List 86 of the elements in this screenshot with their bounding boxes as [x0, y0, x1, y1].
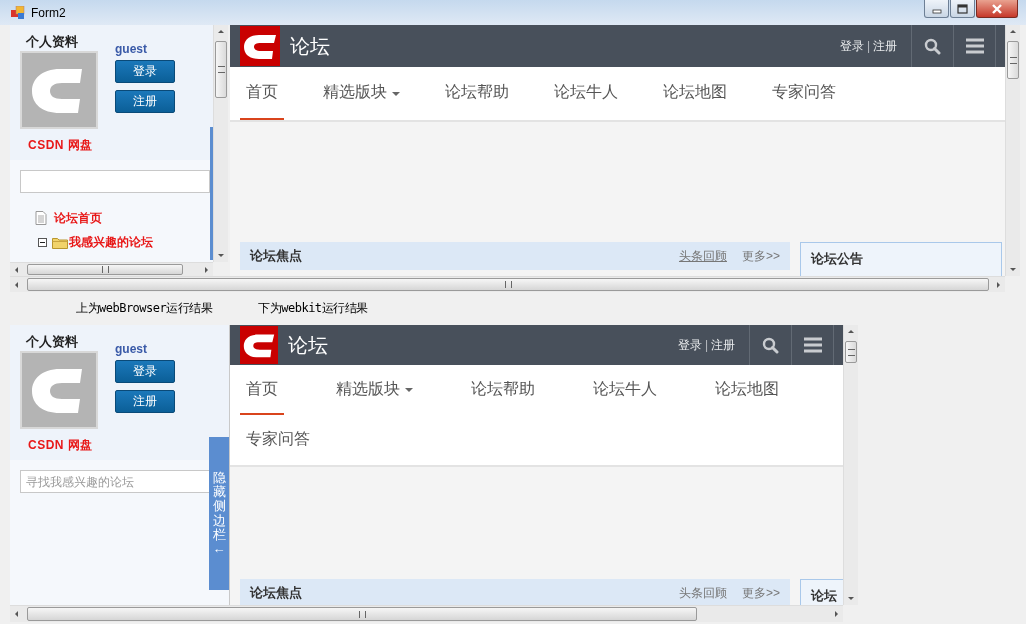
nav-tab[interactable]: 论坛地图 [657, 67, 733, 120]
collapse-icon[interactable] [38, 237, 47, 247]
logo-icon[interactable] [240, 326, 278, 364]
arrow-left-icon[interactable] [15, 611, 18, 617]
logo-icon[interactable] [240, 26, 280, 66]
horizontal-scrollbar[interactable] [10, 262, 213, 276]
arrow-right-icon[interactable] [835, 611, 838, 617]
arrow-up-icon[interactable] [848, 330, 854, 333]
page-icon [35, 211, 47, 225]
menu-icon [803, 337, 822, 353]
nav-tab[interactable]: 论坛牛人 [587, 365, 663, 415]
caption: 上为webBrowser运行结果 [76, 300, 213, 317]
search-icon [924, 37, 941, 55]
site-title: 论坛 [288, 332, 328, 358]
vertical-scrollbar[interactable] [843, 325, 858, 605]
register-button[interactable]: 注册 [115, 90, 175, 113]
site-title: 论坛 [290, 33, 330, 59]
tree-item[interactable]: 论坛首页 [54, 209, 102, 227]
nav-tab[interactable]: 论坛地图 [709, 365, 785, 415]
close-button[interactable] [976, 0, 1018, 18]
section-title: 论坛焦点 [250, 247, 302, 265]
caption: 下为webkit运行结果 [258, 300, 368, 317]
section-link[interactable]: 更多>> [742, 247, 780, 265]
folder-icon [52, 235, 68, 249]
notice-title: 论坛公告 [811, 251, 863, 266]
scrollbar-thumb[interactable] [845, 341, 857, 363]
login-link[interactable]: 登录 [677, 336, 702, 354]
username: guest [115, 41, 147, 57]
login-button[interactable]: 登录 [115, 360, 175, 383]
arrow-down-icon[interactable] [848, 597, 854, 600]
maximize-icon [957, 3, 968, 14]
tree-item[interactable]: 我感兴趣的论坛 [69, 233, 153, 251]
arrow-down-icon[interactable] [218, 254, 224, 257]
scrollbar-thumb[interactable] [215, 41, 227, 98]
menu-icon [965, 38, 984, 54]
section-link[interactable]: 头条回顾 [679, 584, 727, 602]
section-link[interactable]: 更多>> [742, 584, 780, 602]
nav-tab[interactable]: 精选版块 [330, 365, 419, 415]
register-button[interactable]: 注册 [115, 390, 175, 413]
minimize-button[interactable] [924, 0, 949, 18]
avatar-logo-icon [20, 51, 98, 129]
separator: | [866, 39, 870, 53]
nav-tab[interactable]: 精选版块 [317, 67, 406, 120]
arrow-left-icon[interactable] [15, 266, 18, 273]
separator: | [704, 338, 708, 352]
avatar-logo-icon [20, 351, 98, 429]
nav-tab[interactable]: 论坛帮助 [439, 67, 515, 120]
arrow-right-icon[interactable] [205, 266, 208, 273]
window-title: Form2 [31, 5, 66, 20]
section-link[interactable]: 头条回顾 [679, 247, 727, 265]
search-field[interactable] [20, 170, 210, 193]
nav-tab[interactable]: 首页 [240, 67, 284, 120]
username: guest [115, 341, 147, 357]
register-link[interactable]: 注册 [873, 37, 897, 55]
scrollbar-thumb[interactable] [27, 264, 183, 275]
nav-tab[interactable]: 专家问答 [766, 67, 842, 120]
register-link[interactable]: 注册 [711, 336, 735, 354]
horizontal-scrollbar[interactable] [10, 276, 1005, 292]
maximize-button[interactable] [950, 0, 975, 18]
arrow-left-icon[interactable] [15, 281, 18, 288]
section-title: 论坛焦点 [250, 584, 302, 602]
nav-tab[interactable]: 论坛牛人 [548, 67, 624, 120]
sidebar-heading: 个人资料 [26, 35, 79, 49]
arrow-up-icon[interactable] [1010, 30, 1016, 33]
horizontal-scrollbar[interactable] [10, 605, 843, 622]
app-icon [11, 5, 25, 20]
login-link[interactable]: 登录 [839, 37, 864, 55]
arrow-up-icon[interactable] [218, 30, 224, 33]
vertical-scrollbar[interactable] [213, 25, 228, 262]
close-icon [991, 3, 1003, 14]
login-button[interactable]: 登录 [115, 60, 175, 83]
scrollbar-thumb[interactable] [27, 278, 989, 291]
search-icon [762, 336, 779, 354]
arrow-right-icon[interactable] [997, 281, 1000, 288]
nav-tab[interactable]: 首页 [240, 365, 284, 415]
nav-tab[interactable]: 专家问答 [240, 415, 316, 465]
nav-tab[interactable]: 论坛帮助 [465, 365, 541, 415]
scrollbar-thumb[interactable] [1007, 41, 1019, 79]
search-field[interactable]: 寻找我感兴趣的论坛 [20, 470, 210, 493]
disk-link[interactable]: CSDN 网盘 [28, 437, 93, 454]
disk-link[interactable]: CSDN 网盘 [28, 137, 93, 154]
notice-title: 论坛 [811, 588, 837, 603]
arrow-down-icon[interactable] [1010, 268, 1016, 271]
vertical-scrollbar[interactable] [1005, 25, 1020, 276]
sidebar-heading: 个人资料 [26, 335, 79, 349]
scrollbar-thumb[interactable] [27, 607, 697, 621]
